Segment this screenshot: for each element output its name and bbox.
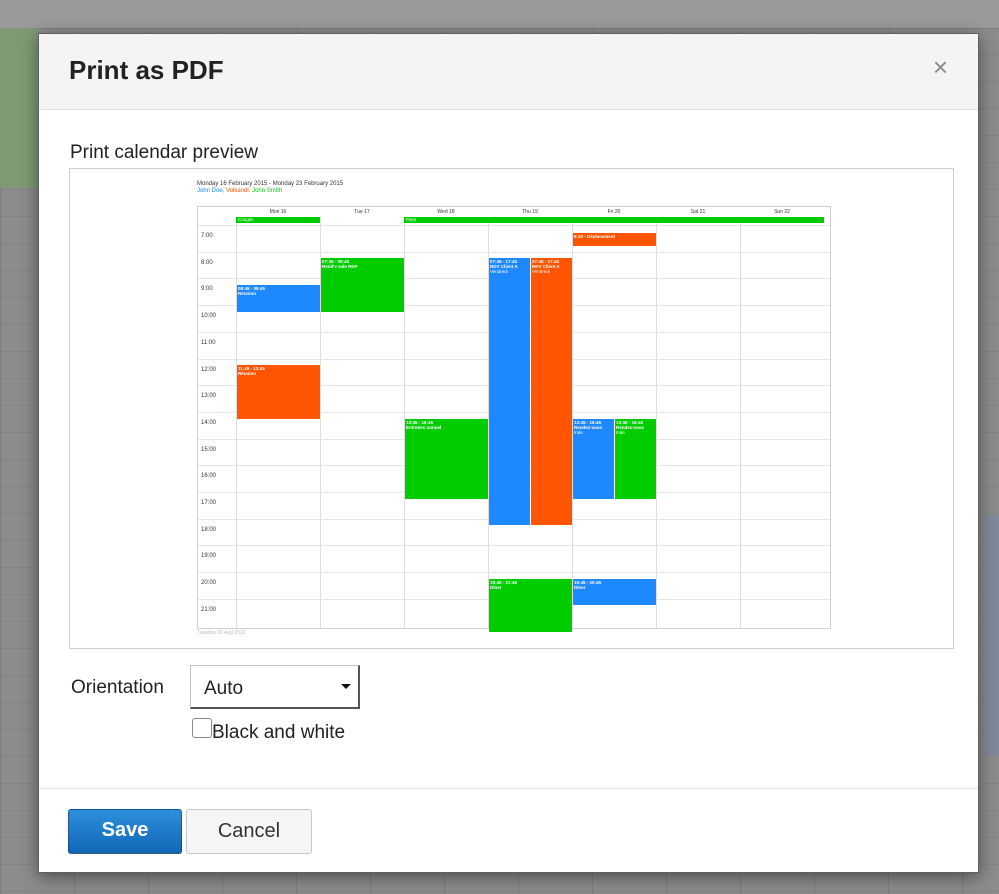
preview-event-time: 6:30 - Déplacement xyxy=(574,234,616,239)
preview-hour-label: 7:00 xyxy=(201,233,213,239)
black-and-white-option[interactable]: Black and white xyxy=(192,717,345,745)
close-icon[interactable]: × xyxy=(933,54,948,80)
preview-event-title: Réunion xyxy=(238,291,256,297)
preview-calendar-name: John Smith xyxy=(252,188,283,194)
orientation-select[interactable]: Auto xyxy=(190,665,360,709)
preview-day-header: Mon 16 xyxy=(269,209,287,215)
preview-event: 08:45 - 09:45 Réunion xyxy=(237,285,320,312)
preview-event: 13:45 - 16:45 Rendez-vous Inde xyxy=(573,418,614,499)
background-toolbar xyxy=(0,0,999,29)
preview-event-location: Inde xyxy=(574,429,583,435)
preview-event-title: Rend'v sale RDP xyxy=(322,264,358,270)
preview-event: 13:45 - 16:45 Entretien annuel xyxy=(405,418,488,499)
preview-event-location: Inde xyxy=(616,429,625,435)
preview-day-header: Fri 20 xyxy=(607,209,621,215)
preview-day-header: Sun 22 xyxy=(774,209,790,215)
preview-event: 6:30 - Déplacement xyxy=(573,233,656,247)
dialog-title: Print as PDF xyxy=(69,55,224,85)
preview-hour-label: 18:00 xyxy=(201,526,217,533)
preview-event: 19:45 - 21:45 Dîner xyxy=(489,578,572,633)
save-button[interactable]: Save xyxy=(68,809,182,854)
preview-label: Print calendar preview xyxy=(70,142,258,163)
preview-day-header: Thu 19 xyxy=(522,209,538,215)
preview-event-title: Réunion xyxy=(238,371,256,377)
preview-hour-label: 19:00 xyxy=(201,553,217,560)
cancel-button[interactable]: Cancel xyxy=(186,809,312,854)
orientation-label: Orientation xyxy=(71,677,164,698)
print-preview: Monday 16 February 2015 - Monday 23 Febr… xyxy=(69,168,954,649)
preview-event-title: Dîner xyxy=(574,584,586,590)
black-and-white-label: Black and white xyxy=(212,722,346,743)
preview-event: 19:45 - 20:45 Dîner xyxy=(573,578,656,606)
preview-date-range: Monday 16 February 2015 - Monday 23 Febr… xyxy=(197,181,344,187)
preview-day-header: Wed 18 xyxy=(437,209,455,215)
preview-hour-line xyxy=(198,225,830,226)
preview-calendar-name: Volkandi, xyxy=(226,188,253,194)
dialog-footer: Save Cancel xyxy=(39,788,978,872)
preview-hour-label: 9:00 xyxy=(201,286,213,293)
preview-hour-label: 13:00 xyxy=(201,393,217,400)
preview-calendar-names: John Doe, Volkandi, John Smith xyxy=(197,188,829,194)
preview-event-title: Entretien annuel xyxy=(406,424,442,430)
preview-event: 07:45 - 17:45 RDV Client A Vendredi xyxy=(489,258,530,526)
preview-event: 11:45 - 13:45 Réunion xyxy=(237,365,320,419)
background-event xyxy=(984,515,999,755)
preview-hour-label: 8:00 xyxy=(201,259,213,266)
caret-down-icon xyxy=(341,684,351,689)
preview-calendar-name: John Doe, xyxy=(197,188,227,194)
preview-event: 07:45 - 17:45 RDV Client A Vendredi xyxy=(531,258,572,526)
preview-all-day-event: Congés xyxy=(236,217,320,223)
orientation-value: Auto xyxy=(204,678,244,699)
preview-event-title: Dîner xyxy=(490,584,502,590)
mini-calendar: Monday 16 February 2015 - Monday 23 Febr… xyxy=(197,181,831,636)
preview-footer: Tuesday 20 Aug 2019 xyxy=(197,630,246,636)
preview-week-grid: Mon 16 Tue 17 Wed 18 Thu 19 Fri 20 Sat 21 Sun … xyxy=(197,206,831,633)
preview-hour-label: 21:00 xyxy=(201,606,217,613)
preview-hour-label: 10:00 xyxy=(201,313,217,320)
preview-hour-label: 12:00 xyxy=(201,366,217,373)
preview-event-location: Vendredi xyxy=(532,269,550,275)
preview-hour-label: 17:00 xyxy=(201,500,217,506)
black-and-white-checkbox[interactable] xyxy=(192,718,212,738)
preview-hour-line xyxy=(198,572,830,574)
preview-all-day-event: Paris xyxy=(404,217,824,223)
preview-day-header: Sat 21 xyxy=(690,209,706,215)
preview-event-location: Vendredi xyxy=(490,269,508,275)
preview-event: 07:45 - 09:45 Rend'v sale RDP xyxy=(321,258,404,312)
preview-day-header: Tue 17 xyxy=(354,209,370,215)
background-event xyxy=(0,28,38,188)
print-dialog: Print as PDF × Print calendar preview Mo… xyxy=(38,33,979,873)
preview-hour-line xyxy=(198,545,830,547)
dialog-header: Print as PDF × xyxy=(39,34,978,110)
preview-hour-label: 20:00 xyxy=(201,580,217,587)
preview-hour-label: 11:00 xyxy=(201,339,216,346)
preview-hour-label: 14:00 xyxy=(201,419,217,426)
preview-hour-label: 16:00 xyxy=(201,473,217,480)
preview-event: 13:45 - 16:45 Rendez-vous Inde xyxy=(615,418,656,499)
preview-hour-label: 15:00 xyxy=(201,446,217,453)
preview-hour-line xyxy=(198,251,830,253)
